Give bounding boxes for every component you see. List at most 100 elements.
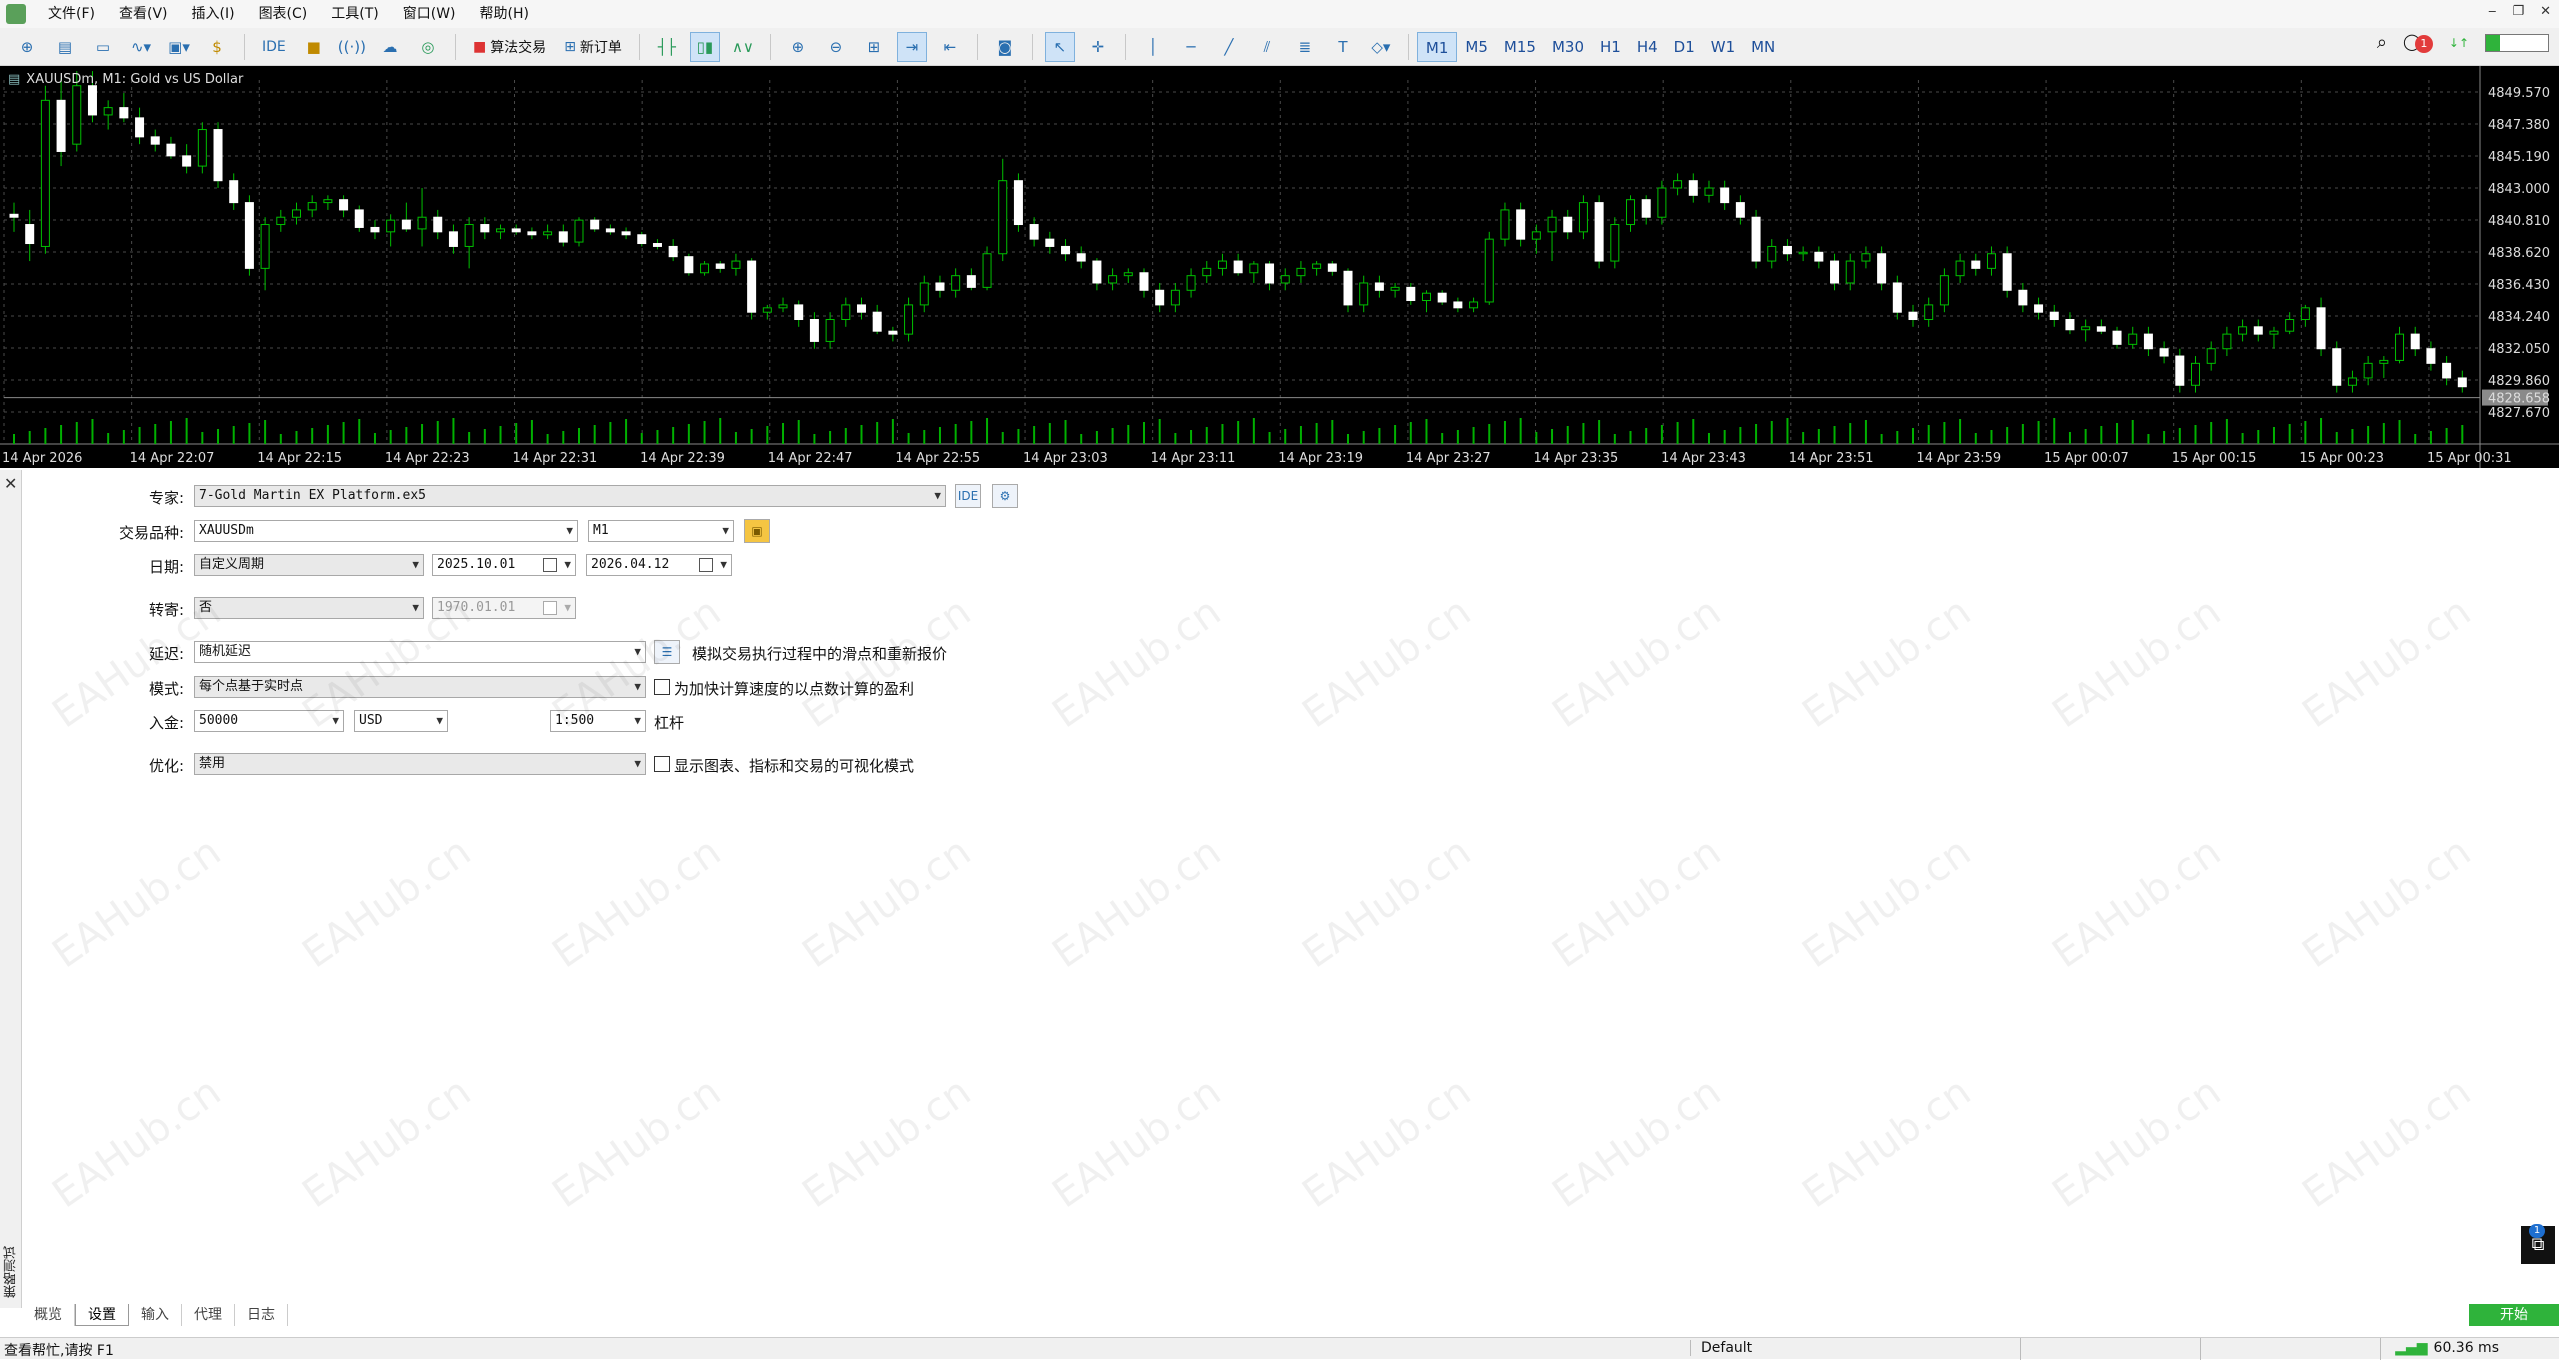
tab-overview[interactable]: 概览: [22, 1304, 75, 1326]
timeframe-m1[interactable]: M1: [1416, 31, 1458, 62]
candlestick-icon[interactable]: ▯▮: [689, 31, 720, 62]
zoom-out-icon[interactable]: ⊖: [821, 32, 851, 62]
tab-inputs[interactable]: 输入: [129, 1304, 182, 1326]
connection-icon: ↓↑: [2448, 35, 2469, 50]
close-icon[interactable]: ✕: [2540, 4, 2551, 19]
minimize-icon[interactable]: ‒: [2488, 4, 2496, 19]
cloud-icon[interactable]: ☁: [375, 32, 405, 62]
tab-journal[interactable]: 日志: [235, 1304, 288, 1326]
price-chart[interactable]: 4849.570 4847.380 4845.190 4843.000 4840.810…: [0, 66, 2559, 468]
tab-agents[interactable]: 代理: [182, 1304, 235, 1326]
timeframe-d1[interactable]: D1: [1666, 32, 1703, 62]
delay-select[interactable]: 随机延迟 ▼: [194, 641, 646, 663]
cursor-icon[interactable]: ↖: [1044, 31, 1075, 62]
new-order-button[interactable]: ⊞ 新订单: [559, 32, 627, 62]
calendar-icon: [543, 558, 557, 572]
algo-trading-button[interactable]: ■ 算法交易: [468, 32, 551, 62]
zoom-in-icon[interactable]: ⊕: [783, 32, 813, 62]
delay-settings-sliders-icon[interactable]: ☰: [654, 640, 680, 664]
candle-body: [1233, 260, 1243, 274]
timeframe-select[interactable]: M1 ▼: [588, 520, 734, 542]
market-watch-icon[interactable]: ▤: [50, 32, 80, 62]
vertical-line-icon[interactable]: │: [1138, 32, 1168, 62]
chevron-down-icon: ▼: [564, 558, 571, 571]
time-label: 14 Apr 2026: [2, 451, 82, 466]
line-chart-icon[interactable]: ∧∨: [728, 32, 758, 62]
candle-body: [2034, 304, 2044, 313]
timeframe-m30[interactable]: M30: [1544, 32, 1592, 62]
currency-select[interactable]: USD ▼: [354, 710, 448, 732]
bar-chart-icon[interactable]: ┤├: [652, 32, 682, 62]
watermark-text: EAHub.cn: [2294, 828, 2480, 978]
date-from-input[interactable]: 2025.10.01 ▼: [432, 554, 576, 576]
new-order-plus-icon[interactable]: ⊕: [12, 32, 42, 62]
candle-body: [1343, 270, 1353, 306]
menu-file[interactable]: 文件(F): [36, 0, 107, 28]
search-icon[interactable]: ⌕: [2377, 32, 2387, 53]
vps-icon[interactable]: ◎: [413, 32, 443, 62]
screenshot-icon[interactable]: ◙: [990, 32, 1020, 62]
date-to-input[interactable]: 2026.04.12 ▼: [586, 554, 732, 576]
timeframe-m5[interactable]: M5: [1457, 32, 1496, 62]
ide-button[interactable]: IDE: [257, 32, 291, 62]
fibonacci-icon[interactable]: ≣: [1290, 32, 1320, 62]
expert-settings-gear-icon[interactable]: ⚙: [992, 484, 1018, 508]
briefcase-icon[interactable]: ■: [299, 32, 329, 62]
ide-edit-button[interactable]: IDE: [955, 484, 981, 508]
chevron-down-icon: ▼: [436, 714, 443, 727]
timeframe-h1[interactable]: H1: [1592, 32, 1629, 62]
chart-type-icon[interactable]: ∿▾: [126, 32, 156, 62]
optimization-select[interactable]: 禁用 ▼: [194, 753, 646, 775]
template-icon[interactable]: ▣▾: [164, 32, 194, 62]
timeframe-w1[interactable]: W1: [1703, 32, 1743, 62]
date-period-select[interactable]: 自定义周期 ▼: [194, 554, 424, 576]
forward-select[interactable]: 否 ▼: [194, 597, 424, 619]
menu-help[interactable]: 帮助(H): [468, 0, 541, 28]
model-select[interactable]: 每个点基于实时点 ▼: [194, 676, 646, 698]
candle-body: [1830, 260, 1840, 284]
menu-tools[interactable]: 工具(T): [319, 0, 390, 28]
trendline-icon[interactable]: ╱: [1214, 32, 1244, 62]
tab-settings[interactable]: 设置: [75, 1304, 129, 1326]
timeframe-h4[interactable]: H4: [1629, 32, 1666, 62]
text-icon[interactable]: T: [1328, 32, 1358, 62]
candle-body: [1814, 251, 1824, 262]
timeframe-m15[interactable]: M15: [1496, 32, 1544, 62]
watermark-text: EAHub.cn: [1294, 828, 1480, 978]
symbol-properties-icon[interactable]: ▣: [744, 519, 770, 543]
chart-shift-icon[interactable]: ⇤: [935, 32, 965, 62]
price-label: 4840.810: [2488, 214, 2550, 229]
timeframe-mn[interactable]: MN: [1743, 32, 1783, 62]
symbol-value: XAUUSDm: [199, 523, 254, 538]
close-panel-icon[interactable]: ✕: [4, 474, 17, 493]
candle-body: [1139, 272, 1149, 291]
chevron-down-icon: ▼: [934, 489, 941, 502]
side-widget-button[interactable]: ⧉ 1: [2521, 1224, 2555, 1264]
folder-icon[interactable]: ▭: [88, 32, 118, 62]
delay-label: 延迟:: [148, 645, 184, 663]
horizontal-line-icon[interactable]: ─: [1176, 32, 1206, 62]
candle-body: [2379, 359, 2389, 364]
start-button[interactable]: 开始: [2469, 1304, 2559, 1326]
channel-icon[interactable]: ⫽: [1252, 32, 1282, 62]
menu-insert[interactable]: 插入(I): [180, 0, 247, 28]
symbol-select[interactable]: XAUUSDm ▼: [194, 520, 578, 542]
dollar-icon[interactable]: $: [202, 32, 232, 62]
notifications-button[interactable]: ◯1: [2403, 32, 2433, 53]
leverage-select[interactable]: 1:500 ▼: [550, 710, 646, 732]
menu-window[interactable]: 窗口(W): [391, 0, 468, 28]
price-label: 4849.570: [2488, 86, 2550, 101]
notification-badge: 1: [2414, 35, 2433, 53]
tile-windows-icon[interactable]: ⊞: [859, 32, 889, 62]
auto-scroll-icon[interactable]: ⇥: [896, 31, 927, 62]
crosshair-icon[interactable]: ✛: [1083, 32, 1113, 62]
menu-charts[interactable]: 图表(C): [247, 0, 320, 28]
deposit-select[interactable]: 50000 ▼: [194, 710, 344, 732]
shapes-icon[interactable]: ◇▾: [1366, 32, 1396, 62]
profit-in-pips-checkbox[interactable]: [654, 679, 670, 695]
visual-mode-checkbox[interactable]: [654, 756, 670, 772]
signal-broadcast-icon[interactable]: ((·)): [337, 32, 367, 62]
menu-view[interactable]: 查看(V): [107, 0, 180, 28]
expert-select[interactable]: 7-Gold Martin EX Platform.ex5 ▼: [194, 485, 946, 507]
restore-icon[interactable]: ❐: [2512, 4, 2524, 19]
